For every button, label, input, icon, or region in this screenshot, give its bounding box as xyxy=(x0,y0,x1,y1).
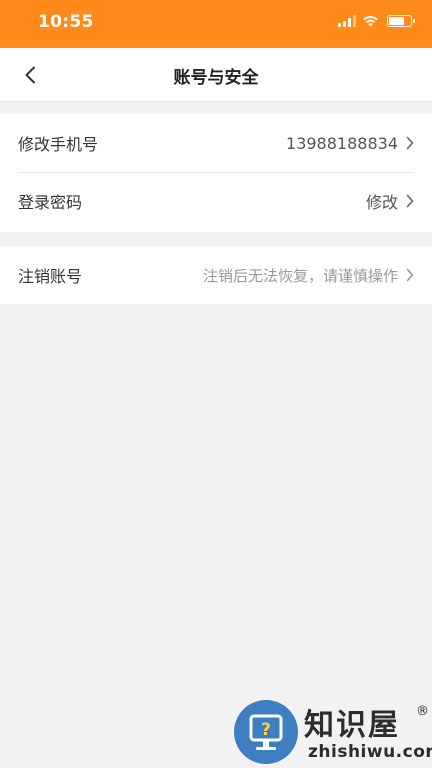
login-password-right: 修改 xyxy=(366,189,414,213)
chevron-right-icon xyxy=(406,194,414,208)
watermark: ? 知识屋 ® zhishiwu.com xyxy=(234,700,432,768)
settings-group-account: 修改手机号 13988188834 登录密码 修改 xyxy=(0,114,432,232)
wifi-icon xyxy=(363,16,378,27)
watermark-domain: zhishiwu.com xyxy=(308,742,432,762)
watermark-brand: 知识屋 xyxy=(304,708,400,743)
navigation-bar: 账号与安全 xyxy=(0,48,432,102)
deactivate-warning-text: 注销后无法恢复，请谨慎操作 xyxy=(202,266,398,285)
page-title: 账号与安全 xyxy=(173,68,259,88)
deactivate-account-label: 注销账号 xyxy=(18,267,83,286)
modify-password-value: 修改 xyxy=(365,193,398,212)
change-phone-row[interactable]: 修改手机号 13988188834 xyxy=(0,114,432,172)
chevron-right-icon xyxy=(406,136,414,150)
status-icons xyxy=(338,14,415,27)
status-bar: 10:55 xyxy=(0,0,432,48)
change-phone-label: 修改手机号 xyxy=(18,135,99,154)
deactivate-account-row[interactable]: 注销账号 注销后无法恢复，请谨慎操作 xyxy=(0,246,432,304)
deactivate-account-right: 注销后无法恢复，请谨慎操作 xyxy=(203,265,414,286)
battery-icon xyxy=(387,14,415,27)
watermark-logo-icon: ? xyxy=(234,700,298,764)
login-password-label: 登录密码 xyxy=(18,193,83,212)
cellular-signal-icon xyxy=(338,14,356,27)
phone-number-value: 13988188834 xyxy=(286,133,398,153)
settings-group-deactivate: 注销账号 注销后无法恢复，请谨慎操作 xyxy=(0,246,432,304)
status-time: 10:55 xyxy=(38,12,94,32)
battery-level xyxy=(389,16,404,25)
watermark-registered-mark: ® xyxy=(416,704,429,719)
svg-text:?: ? xyxy=(261,720,271,740)
chevron-right-icon xyxy=(406,268,414,282)
change-phone-right: 13988188834 xyxy=(286,134,414,153)
login-password-row[interactable]: 登录密码 修改 xyxy=(0,172,432,230)
